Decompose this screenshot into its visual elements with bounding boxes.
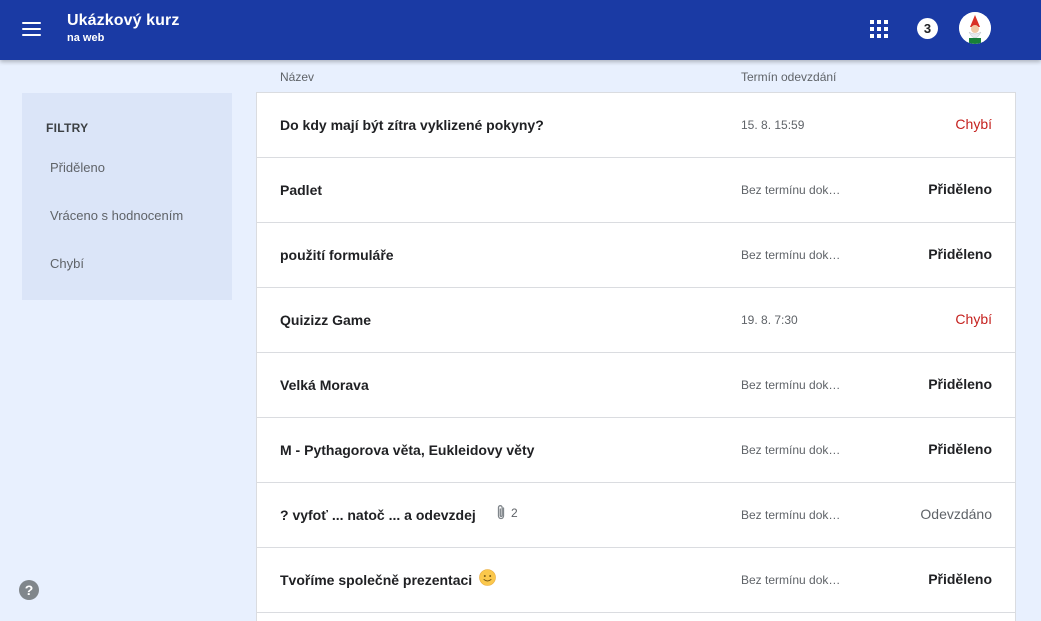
assignment-row[interactable]: M - Pythagorova věta, Eukleidovy věty Be…: [257, 418, 1015, 483]
gnome-avatar-icon: [959, 12, 991, 44]
assignment-due: Bez termínu dok…: [741, 248, 841, 262]
filters-heading: FILTRY: [46, 121, 89, 135]
assignment-list: Do kdy mají být zítra vyklizené pokyny? …: [256, 92, 1016, 621]
assignment-title: Do kdy mají být zítra vyklizené pokyny?: [280, 117, 544, 133]
assignment-due: 15. 8. 15:59: [741, 118, 805, 132]
assignment-title: M - Pythagorova věta, Eukleidovy věty: [280, 442, 535, 458]
apps-grid-icon[interactable]: [866, 16, 892, 42]
assignment-due: 19. 8. 7:30: [741, 313, 798, 327]
smiley-icon: [479, 569, 496, 586]
help-icon[interactable]: ?: [19, 580, 39, 600]
assignment-row[interactable]: ? vyfoť ... natoč ... a odevzdej 2 Bez t…: [257, 483, 1015, 548]
course-title[interactable]: Ukázkový kurz: [67, 12, 179, 30]
filter-missing[interactable]: Chybí: [50, 256, 84, 271]
assignment-title: Padlet: [280, 182, 323, 198]
assignment-title: použití formuláře: [280, 247, 394, 263]
assignment-status: Chybí: [955, 311, 992, 327]
assignment-due: Bez termínu dok…: [741, 443, 841, 457]
assignment-title: Quizizz Game: [280, 312, 372, 328]
filter-returned-graded[interactable]: Vráceno s hodnocením: [50, 208, 183, 223]
attachment-count-value: 2: [511, 505, 518, 520]
assignment-row[interactable]: Do kdy mají být zítra vyklizené pokyny? …: [257, 93, 1015, 158]
assignment-due: Bez termínu dok…: [741, 378, 841, 392]
column-header-name: Název: [280, 70, 315, 84]
attachment-count: 2: [495, 504, 518, 521]
assignment-status: Přiděleno: [928, 441, 992, 457]
paperclip-icon: [497, 505, 505, 520]
assignment-status: Přiděleno: [928, 571, 992, 587]
assignment-status: Přiděleno: [928, 246, 992, 262]
filter-assigned[interactable]: Přiděleno: [50, 160, 105, 175]
assignment-due: Bez termínu dok…: [741, 573, 841, 587]
course-subtitle: na web: [67, 32, 105, 44]
assignment-status: Odevzdáno: [920, 506, 992, 522]
filters-panel: FILTRY Přiděleno Vráceno s hodnocením Ch…: [22, 93, 232, 300]
assignment-title: Velká Morava: [280, 377, 369, 393]
column-header-due: Termín odevzdání: [741, 70, 837, 84]
assignment-due: Bez termínu dok…: [741, 508, 841, 522]
assignment-due: Bez termínu dok…: [741, 183, 841, 197]
notification-badge[interactable]: 3: [917, 18, 938, 39]
assignment-row[interactable]: použití formuláře Bez termínu dok… Přidě…: [257, 223, 1015, 288]
assignment-row[interactable]: Padlet Bez termínu dok… Přiděleno: [257, 158, 1015, 223]
assignment-status: Přiděleno: [928, 376, 992, 392]
assignment-row[interactable]: Quizizz Game 19. 8. 7:30 Chybí: [257, 288, 1015, 353]
assignment-title: Tvoříme společně prezentaci: [280, 572, 473, 588]
assignment-row[interactable]: Velká Morava Bez termínu dok… Přiděleno: [257, 353, 1015, 418]
avatar[interactable]: [959, 12, 991, 44]
assignment-status: Chybí: [955, 116, 992, 132]
assignment-row[interactable]: Tvoříme společně prezentaci Bez termínu …: [257, 548, 1015, 613]
assignment-status: Přiděleno: [928, 181, 992, 197]
assignment-title: ? vyfoť ... natoč ... a odevzdej: [280, 507, 476, 523]
app-bar: Ukázkový kurz na web 3: [0, 0, 1041, 60]
menu-icon[interactable]: [14, 12, 48, 46]
